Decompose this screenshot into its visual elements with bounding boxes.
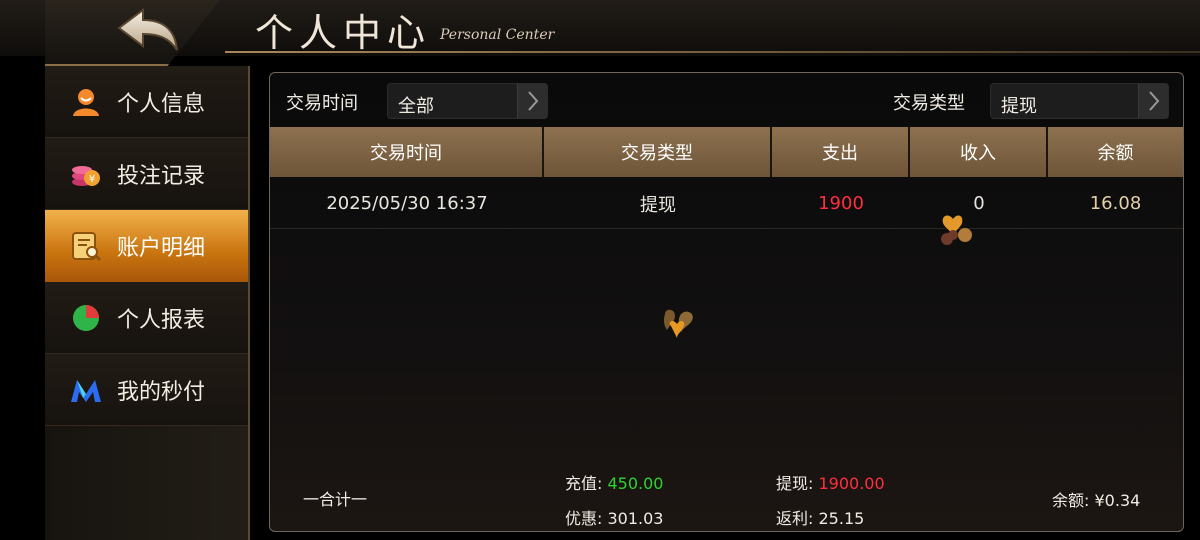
back-button-area[interactable] <box>45 0 220 66</box>
rebate-label: 返利: <box>776 509 814 528</box>
withdraw-label: 提现: <box>776 474 814 493</box>
sidebar-item-label: 投注记录 <box>117 163 206 189</box>
type-filter-value: 提现 <box>1001 96 1037 117</box>
column-header-balance: 余额 <box>1048 127 1183 177</box>
page-subtitle: Personal Center <box>440 27 555 43</box>
document-search-icon <box>69 229 103 263</box>
column-header-income: 收入 <box>910 127 1048 177</box>
sidebar-item-label: 个人报表 <box>117 307 206 333</box>
sidebar-item-personal-info[interactable]: 个人信息 <box>45 66 248 138</box>
recharge-value: 450.00 <box>607 474 664 493</box>
coins-icon: ¥ <box>69 157 103 191</box>
sidebar-item-account-details[interactable]: 账户明细 <box>45 210 248 282</box>
type-filter-select[interactable]: 提现 <box>990 83 1169 119</box>
column-header-type: 交易类型 <box>544 127 772 177</box>
sidebar-item-label: 个人信息 <box>117 91 206 117</box>
recharge-label: 充值: <box>565 474 603 493</box>
pie-chart-icon <box>69 301 103 335</box>
table-header: 交易时间 交易类型 支出 收入 余额 <box>270 127 1183 177</box>
summary-label: 一合计一 <box>303 490 368 509</box>
chevron-right-icon[interactable] <box>1138 84 1168 118</box>
sidebar-item-instant-pay[interactable]: 我的秒付 <box>45 354 248 426</box>
type-filter-label: 交易类型 <box>893 93 965 114</box>
discount-stat: 优惠: 301.03 <box>565 505 663 529</box>
time-filter-label: 交易时间 <box>286 93 358 114</box>
chevron-right-icon[interactable] <box>517 84 547 118</box>
top-header: 个人中心 Personal Center <box>0 0 1200 66</box>
user-icon <box>69 85 103 119</box>
back-arrow-icon[interactable] <box>115 6 181 54</box>
sidebar-item-personal-report[interactable]: 个人报表 <box>45 282 248 354</box>
withdraw-stat: 提现: 1900.00 <box>776 470 885 494</box>
cell-balance: 16.08 <box>1089 193 1142 214</box>
svg-text:¥: ¥ <box>89 174 95 185</box>
discount-value: 301.03 <box>607 509 664 528</box>
balance-label: 余额: <box>1052 491 1090 510</box>
cell-expense: 1900 <box>818 193 864 214</box>
balance-stat: 余额: ¥0.34 <box>1052 487 1140 511</box>
card-suit-decoration-icon <box>663 309 693 338</box>
cell-income: 0 <box>973 193 985 214</box>
rebate-value: 25.15 <box>818 509 865 528</box>
cell-time: 2025/05/30 16:37 <box>326 193 488 214</box>
sidebar: 个人信息 ¥ 投注记录 账户明细 个人报表 我的秒付 <box>45 66 250 540</box>
sidebar-item-label: 我的秒付 <box>117 379 206 405</box>
m-logo-icon <box>69 373 103 407</box>
sidebar-item-bet-records[interactable]: ¥ 投注记录 <box>45 138 248 210</box>
cell-type: 提现 <box>640 194 676 216</box>
withdraw-value: 1900.00 <box>818 474 885 493</box>
discount-label: 优惠: <box>565 509 603 528</box>
column-header-time: 交易时间 <box>270 127 544 177</box>
card-suit-decoration-icon <box>941 215 972 245</box>
table-row[interactable]: 2025/05/30 16:37 提现 1900 0 16.08 <box>270 179 1183 229</box>
account-details-panel: 交易时间 全部 交易类型 提现 交易时间 交易类型 支出 收入 余额 2025/… <box>269 72 1184 532</box>
rebate-stat: 返利: 25.15 <box>776 505 864 529</box>
time-filter-select[interactable]: 全部 <box>387 83 548 119</box>
page-title: 个人中心 <box>255 11 432 55</box>
sidebar-item-label: 账户明细 <box>117 236 206 261</box>
column-header-expense: 支出 <box>772 127 910 177</box>
balance-value: ¥0.34 <box>1094 491 1141 510</box>
recharge-stat: 充值: 450.00 <box>565 470 663 494</box>
time-filter-value: 全部 <box>398 96 434 117</box>
